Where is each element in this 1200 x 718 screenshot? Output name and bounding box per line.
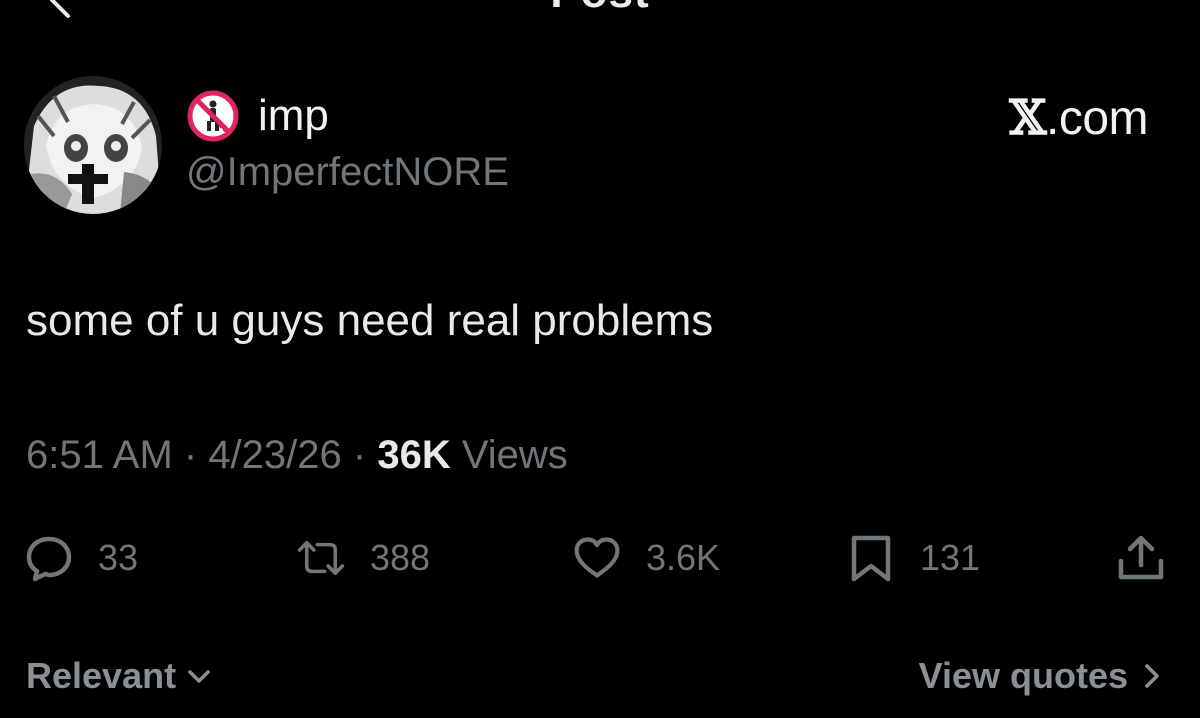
reply-button[interactable]: 33 [24,528,138,588]
sort-label: Relevant [26,655,177,696]
sort-dropdown[interactable]: Relevant [26,648,214,704]
like-button[interactable]: 3.6K [572,528,720,588]
meta-separator: · [341,433,378,477]
post-footer: Relevant View quotes [0,648,1200,704]
post-time: 6:51 AM [26,433,173,477]
post-meta: 6:51 AM · 4/23/26 · 36K Views [26,428,568,482]
bookmark-count: 131 [920,537,981,578]
views-label: Views [450,433,568,477]
heart-icon [574,537,620,578]
post-text: some of u guys need real problems [26,296,714,345]
meta-separator: · [172,433,209,477]
repost-button[interactable]: 388 [296,528,430,588]
brand-suffix: .com [1045,92,1149,145]
bookmark-button[interactable]: 131 [846,528,980,588]
post-date: 4/23/26 [208,433,342,477]
views-count: 36K [377,433,451,477]
view-quotes-label: View quotes [918,655,1128,696]
no-littering-icon [187,90,239,142]
share-button[interactable] [1116,528,1166,588]
action-bar: 33 388 3.6K 131 [0,528,1200,588]
avatar[interactable] [24,76,162,214]
like-count: 3.6K [646,537,721,578]
avatar-image [24,76,162,214]
chevron-left-icon[interactable] [40,0,80,20]
more-horizontal-icon[interactable] [1090,0,1150,8]
reply-icon [26,536,72,582]
display-name[interactable]: imp [258,88,329,144]
user-handle[interactable]: @ImperfectNORE [186,146,509,198]
repost-count: 388 [370,537,431,578]
share-icon [1118,535,1164,580]
x-com-watermark: 𝕏.com [1009,88,1148,149]
page-title: Post [540,0,660,18]
chevron-right-icon [1145,664,1159,688]
x-logo-glyph: 𝕏 [1009,90,1046,146]
view-quotes-link[interactable]: View quotes [919,648,1166,704]
top-bar: Post [0,0,1200,20]
reply-count: 33 [98,537,139,578]
repost-icon [297,541,345,575]
bookmark-icon [851,535,891,582]
chevron-down-icon [188,670,210,683]
